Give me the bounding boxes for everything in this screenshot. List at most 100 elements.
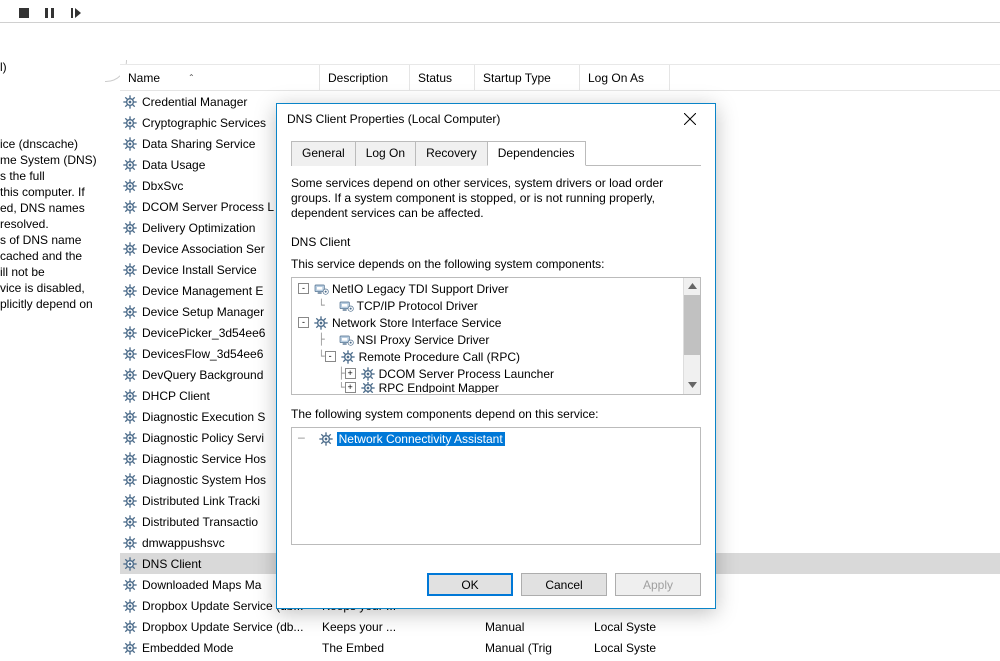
gear-icon [122, 619, 138, 635]
col-header-description[interactable]: Description [320, 65, 410, 90]
description-line: ill not be [0, 264, 132, 280]
tree-item-label: Network Store Interface Service [332, 316, 501, 330]
ok-button[interactable]: OK [427, 573, 513, 596]
stop-button[interactable] [18, 7, 30, 19]
dialog-titlebar[interactable]: DNS Client Properties (Local Computer) [277, 104, 715, 134]
tree-item[interactable]: ─Network Connectivity Assistant [292, 430, 700, 447]
tree-item-label: DCOM Server Process Launcher [379, 367, 554, 381]
tree-item[interactable]: - NetIO Legacy TDI Support Driver [292, 280, 700, 297]
gear-icon [122, 535, 138, 551]
service-name: Device Association Ser [142, 242, 265, 256]
dependents-tree[interactable]: ─Network Connectivity Assistant [291, 427, 701, 545]
tree-item-label: Network Connectivity Assistant [337, 432, 505, 446]
gear-icon [122, 178, 138, 194]
service-row[interactable]: Embedded Mode The Embed Manual (Trig Loc… [120, 637, 1000, 658]
tab-recovery[interactable]: Recovery [415, 141, 488, 166]
service-name: DCOM Server Process L [142, 200, 274, 214]
service-name: Embedded Mode [142, 641, 233, 655]
scrollbar-thumb[interactable] [684, 295, 701, 355]
service-name: Data Usage [142, 158, 205, 172]
tree-expander[interactable]: - [325, 351, 336, 362]
service-name: Cryptographic Services [142, 116, 266, 130]
service-name: Device Management E [142, 284, 263, 298]
properties-dialog: DNS Client Properties (Local Computer) G… [276, 103, 716, 609]
description-line: ice (dnscache) [0, 136, 132, 152]
tab-dependencies[interactable]: Dependencies [487, 141, 586, 166]
start-button[interactable] [70, 7, 82, 19]
dialog-title: DNS Client Properties (Local Computer) [287, 112, 671, 126]
cancel-button[interactable]: Cancel [521, 573, 607, 596]
service-name: dmwappushsvc [142, 536, 225, 550]
service-name: Distributed Link Tracki [142, 494, 260, 508]
tree-expander[interactable]: + [345, 368, 356, 379]
tree-item-label: RPC Endpoint Mapper [379, 382, 499, 393]
pause-button[interactable] [44, 7, 56, 19]
service-name: Diagnostic System Hos [142, 473, 266, 487]
gear-icon [122, 325, 138, 341]
service-name: Data Sharing Service [142, 137, 255, 151]
apply-button: Apply [615, 573, 701, 596]
dependents-label: The following system components depend o… [291, 407, 701, 421]
service-description: Keeps your ... [322, 620, 412, 634]
gear-icon [122, 640, 138, 656]
col-header-startup[interactable]: Startup Type [475, 65, 580, 90]
gear-icon [122, 388, 138, 404]
scrollbar[interactable] [683, 278, 700, 394]
close-button[interactable] [671, 106, 709, 132]
service-name: DbxSvc [142, 179, 183, 193]
driver-icon [338, 298, 354, 314]
gear-icon [122, 514, 138, 530]
gear-icon [122, 472, 138, 488]
service-logon: Local Syste [594, 641, 684, 655]
gear-icon [122, 493, 138, 509]
service-name-label: DNS Client [291, 235, 701, 249]
service-row[interactable]: Dropbox Update Service (db... Keeps your… [120, 616, 1000, 637]
column-headers: Name⌃ Description Status Startup Type Lo… [120, 65, 1000, 91]
service-startup: Manual (Trig [485, 641, 590, 655]
tree-item[interactable]: - Network Store Interface Service [292, 314, 700, 331]
description-line: cached and the [0, 248, 132, 264]
col-header-name[interactable]: Name⌃ [120, 65, 320, 90]
tab-strip: General Log On Recovery Dependencies [291, 140, 701, 166]
gear-icon [340, 349, 356, 365]
gear-icon [313, 315, 329, 331]
service-startup: Manual [485, 620, 590, 634]
col-header-logon[interactable]: Log On As [580, 65, 670, 90]
tree-item[interactable]: └TCP/IP Protocol Driver [292, 297, 700, 314]
gear-icon [122, 409, 138, 425]
gear-icon [122, 598, 138, 614]
gear-icon [122, 283, 138, 299]
gear-icon [122, 430, 138, 446]
gear-icon [122, 367, 138, 383]
service-name: Device Setup Manager [142, 305, 264, 319]
scroll-up-icon[interactable] [684, 278, 701, 295]
tree-item[interactable]: └+RPC Endpoint Mapper [292, 382, 700, 393]
gear-icon [122, 115, 138, 131]
service-name: Diagnostic Execution S [142, 410, 265, 424]
gear-icon [122, 157, 138, 173]
tree-item[interactable]: ├NSI Proxy Service Driver [292, 331, 700, 348]
col-header-status[interactable]: Status [410, 65, 475, 90]
tree-expander[interactable]: - [298, 283, 309, 294]
depends-tree[interactable]: - NetIO Legacy TDI Support Driver└TCP/IP … [291, 277, 701, 395]
gear-icon [122, 577, 138, 593]
tree-item[interactable]: └-Remote Procedure Call (RPC) [292, 348, 700, 365]
dialog-buttons: OK Cancel Apply [427, 573, 701, 596]
gear-icon [360, 366, 376, 382]
service-name: Distributed Transactio [142, 515, 258, 529]
tree-expander[interactable]: - [298, 317, 309, 328]
gear-icon [122, 346, 138, 362]
tree-item[interactable]: ├+DCOM Server Process Launcher [292, 365, 700, 382]
service-description: The Embed [322, 641, 412, 655]
tab-general[interactable]: General [291, 141, 356, 166]
dependencies-note: Some services depend on other services, … [291, 176, 701, 221]
scroll-down-icon[interactable] [684, 377, 701, 394]
gear-icon [122, 199, 138, 215]
tree-item-label: Remote Procedure Call (RPC) [359, 350, 520, 364]
driver-icon [338, 332, 354, 348]
close-icon [684, 113, 696, 125]
tab-logon[interactable]: Log On [355, 141, 416, 166]
gear-icon [122, 241, 138, 257]
tree-expander[interactable]: + [345, 382, 356, 393]
tree-item-label: NetIO Legacy TDI Support Driver [332, 282, 509, 296]
